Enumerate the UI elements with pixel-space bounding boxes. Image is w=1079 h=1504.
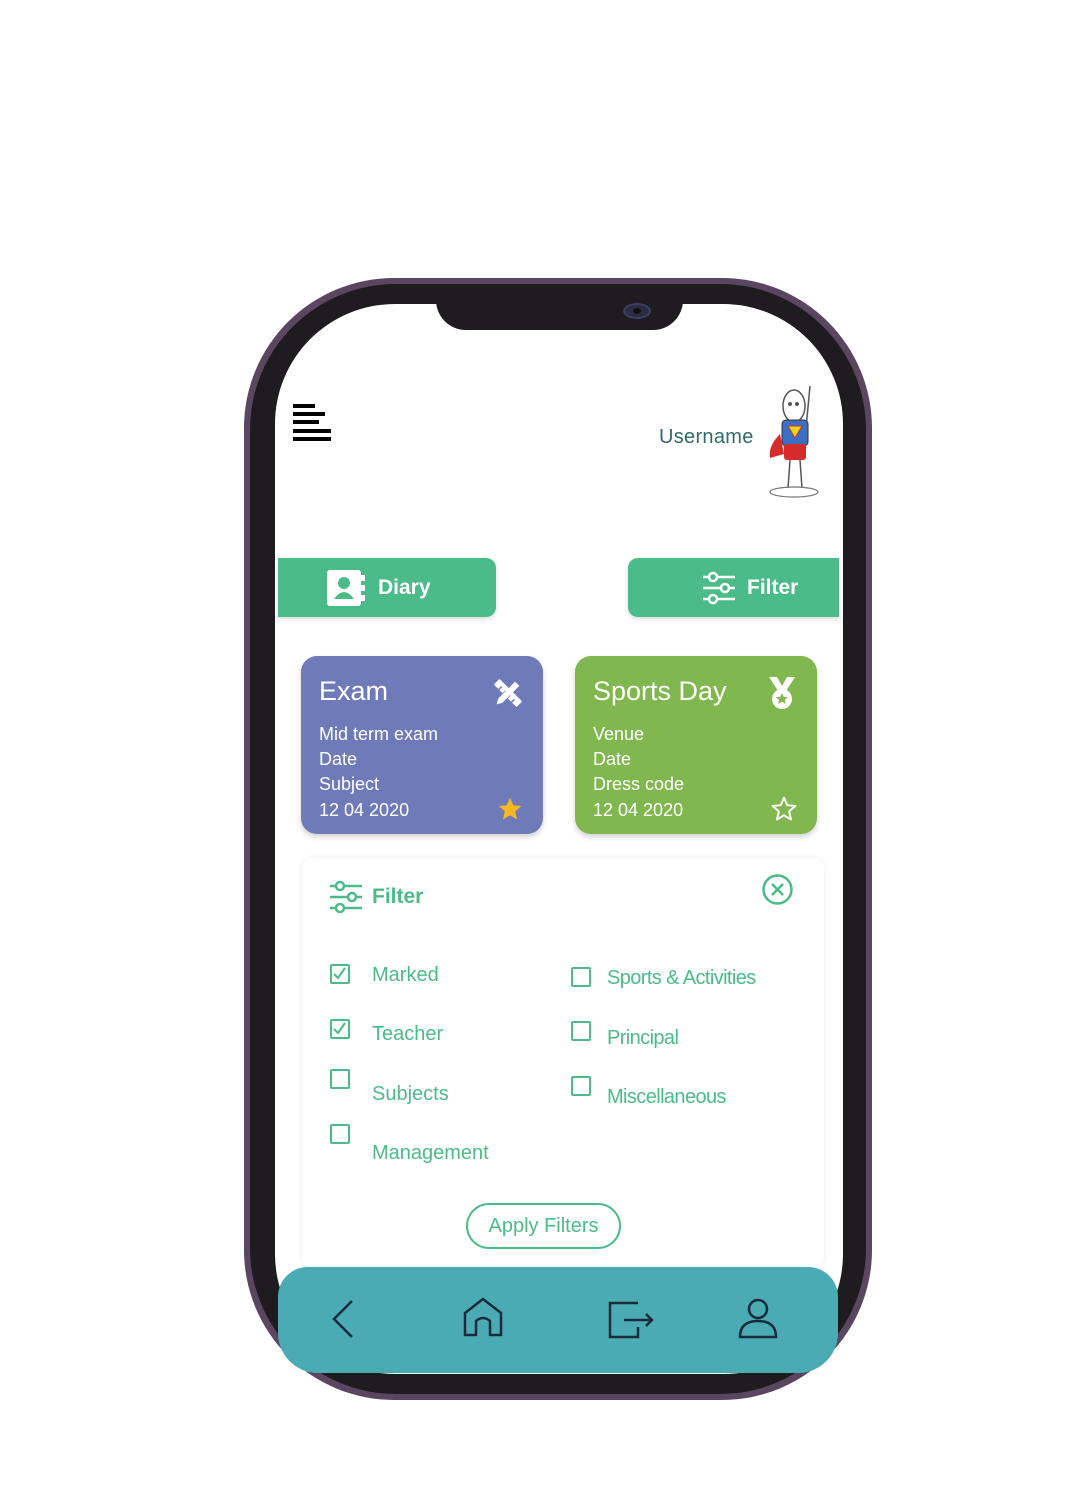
miscellaneous-label[interactable]: Miscellaneous — [607, 1086, 727, 1109]
sports-day-card[interactable]: Sports Day Venue Date Dress code 12 04 2… — [575, 656, 817, 834]
teacher-label[interactable]: Teacher — [372, 1023, 443, 1046]
card-title: Sports Day — [593, 676, 727, 706]
management-checkbox[interactable] — [330, 1124, 350, 1144]
contact-book-icon — [327, 569, 365, 606]
sports-activities-checkbox[interactable] — [571, 967, 591, 987]
star-filled-icon[interactable] — [497, 796, 523, 822]
sports-activities-label[interactable]: Sports & Activities — [607, 967, 756, 990]
menu-icon[interactable] — [293, 404, 333, 442]
card-line: Dress code — [593, 774, 685, 794]
sliders-icon — [330, 880, 362, 914]
close-icon[interactable] — [761, 873, 794, 906]
diary-button[interactable]: Diary — [278, 558, 496, 617]
sliders-icon — [703, 571, 735, 604]
medal-icon — [769, 677, 795, 709]
card-line: Mid term exam — [319, 724, 439, 744]
management-label[interactable]: Management — [372, 1142, 489, 1165]
profile-icon[interactable] — [734, 1295, 782, 1343]
principal-label[interactable]: Principal — [607, 1027, 679, 1050]
star-outline-icon[interactable] — [771, 796, 797, 822]
card-date: 12 04 2020 — [593, 800, 684, 820]
home-icon[interactable] — [459, 1295, 507, 1343]
filter-panel-label: Filter — [372, 885, 424, 908]
card-date: 12 04 2020 — [319, 800, 410, 820]
avatar[interactable] — [764, 384, 824, 502]
diary-label: Diary — [378, 575, 431, 599]
card-line: Date — [319, 749, 358, 769]
pencil-ruler-icon — [494, 679, 522, 707]
filter-panel-title: Filter — [328, 880, 423, 914]
subjects-label[interactable]: Subjects — [372, 1083, 449, 1106]
marked-label[interactable]: Marked — [372, 964, 439, 987]
card-line: Subject — [319, 774, 380, 794]
card-title: Exam — [319, 676, 389, 706]
front-camera — [623, 303, 651, 319]
username-label[interactable]: Username — [659, 426, 754, 449]
check-icon — [333, 1022, 346, 1035]
apply-filters-button[interactable]: Apply Filters — [466, 1203, 621, 1249]
exam-card[interactable]: Exam Mid term exam Date Subject 12 04 20… — [301, 656, 543, 834]
check-icon — [333, 967, 346, 980]
principal-checkbox[interactable] — [571, 1021, 591, 1041]
marked-checkbox[interactable] — [330, 964, 350, 984]
filter-button[interactable]: Filter — [628, 558, 839, 617]
teacher-checkbox[interactable] — [330, 1019, 350, 1039]
card-line: Date — [593, 749, 632, 769]
subjects-checkbox[interactable] — [330, 1069, 350, 1089]
filter-label: Filter — [747, 575, 799, 599]
card-line: Venue — [593, 724, 645, 744]
logout-icon[interactable] — [606, 1295, 654, 1343]
miscellaneous-checkbox[interactable] — [571, 1076, 591, 1096]
back-icon[interactable] — [320, 1295, 368, 1343]
